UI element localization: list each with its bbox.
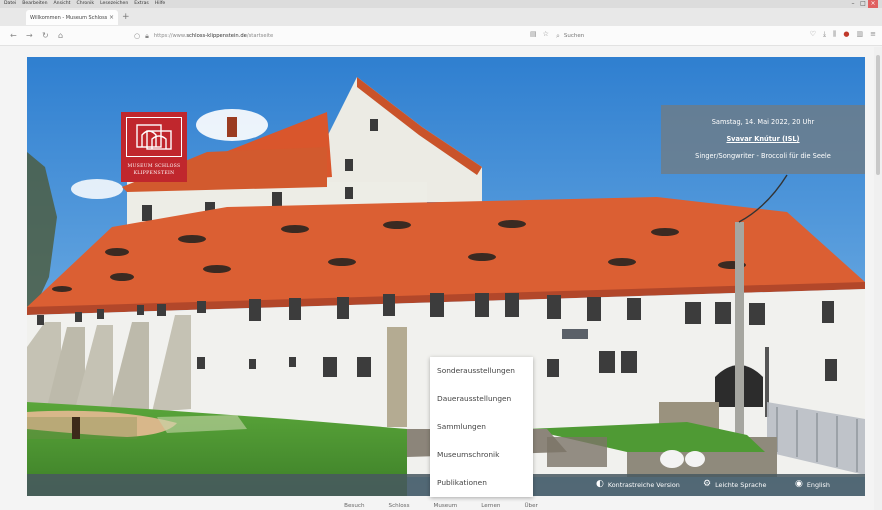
page-scrollbar[interactable] xyxy=(874,47,882,510)
contrast-label: Kontrastreiche Version xyxy=(607,480,680,489)
sidebar-icon[interactable]: ▥ xyxy=(857,30,864,39)
extension-icon[interactable]: ● xyxy=(843,30,849,39)
toolbar-right: ♡ ⤓ ⫼ ● ▥ ≡ xyxy=(810,30,876,39)
reload-icon[interactable]: ↻ xyxy=(42,30,49,42)
menu-extras[interactable]: Extras xyxy=(134,0,149,8)
logo-text-line1: MUSEUM SCHLOSS xyxy=(127,164,181,169)
logo-text-line2: KLIPPENSTEIN xyxy=(133,171,175,176)
contrast-toggle[interactable]: ◐ Kontrastreiche Version xyxy=(596,479,680,490)
shield-icon[interactable]: ○ xyxy=(134,32,140,40)
easy-language-link[interactable]: ⚙ Leichte Sprache xyxy=(703,479,766,490)
bookmark-star-icon[interactable]: ☆ xyxy=(543,30,549,38)
lock-icon[interactable]: 🔒︎ xyxy=(145,32,149,41)
page-actions: ▤ ☆ xyxy=(530,30,549,38)
download-icon[interactable]: ⤓ xyxy=(823,30,826,39)
castle-logo-icon xyxy=(126,117,182,157)
english-link[interactable]: ◉ English xyxy=(795,479,830,490)
forward-icon[interactable]: → xyxy=(26,30,33,42)
menu-hilfe[interactable]: Hilfe xyxy=(155,0,165,8)
menu-chronik[interactable]: Chronik xyxy=(76,0,94,8)
menu-item-museumschronik[interactable]: Museumschronik xyxy=(430,441,533,469)
tab-title: Willkommen - Museum Schloss Klippenstein xyxy=(30,14,107,21)
search-box[interactable]: ⌕ xyxy=(556,29,766,43)
new-tab-icon[interactable]: + xyxy=(122,11,130,23)
scrollbar-thumb[interactable] xyxy=(876,55,880,175)
menu-bar: Datei Bearbeiten Ansicht Chronik Lesezei… xyxy=(0,0,882,8)
easy-language-label: Leichte Sprache xyxy=(715,480,767,489)
contrast-icon: ◐ xyxy=(596,479,604,489)
nav-lernen[interactable]: Lernen xyxy=(481,503,500,510)
url-text[interactable]: https://www.schloss-klippenstein.de/star… xyxy=(154,33,273,39)
main-navigation: Besuch Schloss Museum Lernen Über xyxy=(0,503,882,510)
maximize-icon[interactable]: □ xyxy=(858,0,868,8)
shield-toolbar-icon[interactable]: ♡ xyxy=(810,30,816,39)
menu-ansicht[interactable]: Ansicht xyxy=(54,0,71,8)
english-label: English xyxy=(806,480,830,489)
logo-mark-graphic xyxy=(136,124,172,150)
menu-item-sonderausstellungen[interactable]: Sonderausstellungen xyxy=(430,357,533,385)
menu-item-sammlungen[interactable]: Sammlungen xyxy=(430,413,533,441)
library-icon[interactable]: ⫼ xyxy=(833,30,836,39)
menu-item-dauerausstellungen[interactable]: Dauerausstellungen xyxy=(430,385,533,413)
nav-museum[interactable]: Museum xyxy=(434,503,458,510)
browser-tab[interactable]: Willkommen - Museum Schloss Klippenstein… xyxy=(26,10,118,25)
tab-strip: Willkommen - Museum Schloss Klippenstein… xyxy=(0,8,882,26)
nav-schloss[interactable]: Schloss xyxy=(389,503,410,510)
event-subtitle: Singer/Songwriter - Broccoli für die See… xyxy=(695,152,831,160)
event-title-link[interactable]: Svavar Knútur (ISL) xyxy=(661,135,865,143)
nav-besuch[interactable]: Besuch xyxy=(344,503,364,510)
back-icon[interactable]: ← xyxy=(10,30,17,42)
menu-item-publikationen[interactable]: Publikationen xyxy=(430,469,533,497)
event-teaser: Samstag, 14. Mai 2022, 20 Uhr Svavar Knú… xyxy=(661,105,865,174)
easy-language-icon: ⚙ xyxy=(703,479,712,489)
menu-lesezeichen[interactable]: Lesezeichen xyxy=(100,0,128,8)
close-window-icon[interactable]: × xyxy=(868,0,878,8)
address-bar[interactable]: ○ 🔒︎ https://www.schloss-klippenstein.de… xyxy=(134,29,524,43)
search-input[interactable] xyxy=(563,33,714,39)
search-icon: ⌕ xyxy=(556,31,560,40)
reader-view-icon[interactable]: ▤ xyxy=(530,30,537,38)
museum-dropdown-menu: Sonderausstellungen Dauerausstellungen S… xyxy=(430,357,533,497)
menu-datei[interactable]: Datei xyxy=(4,0,16,8)
home-icon[interactable]: ⌂ xyxy=(58,30,63,42)
tab-close-icon[interactable]: × xyxy=(109,14,114,21)
hamburger-menu-icon[interactable]: ≡ xyxy=(870,30,876,39)
menu-bearbeiten[interactable]: Bearbeiten xyxy=(22,0,47,8)
nav-ueber[interactable]: Über xyxy=(524,503,537,510)
museum-logo[interactable]: MUSEUM SCHLOSS KLIPPENSTEIN xyxy=(121,112,187,182)
window-controls: – □ × xyxy=(848,0,878,8)
minimize-icon[interactable]: – xyxy=(848,0,858,8)
globe-icon: ◉ xyxy=(795,479,803,489)
navigation-bar: ← → ↻ ⌂ ○ 🔒︎ https://www.schloss-klippen… xyxy=(0,26,882,46)
event-date: Samstag, 14. Mai 2022, 20 Uhr xyxy=(711,118,815,126)
